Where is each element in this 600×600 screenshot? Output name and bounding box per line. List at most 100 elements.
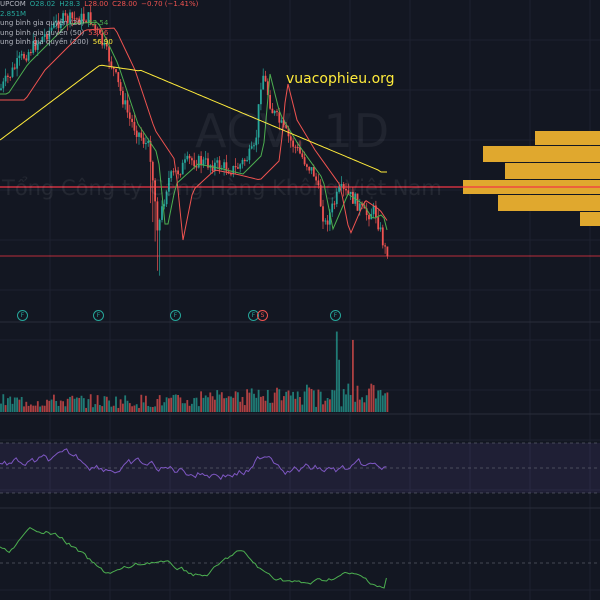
volume-bar [11, 403, 14, 412]
ohlc-row[interactable]: UPCOM O28.02 H28.3 L28.00 C28.00 −0.70 (… [0, 0, 198, 10]
candle-body [223, 162, 225, 169]
candle-body [262, 75, 265, 90]
ma200-legend[interactable]: ung bình gia quyền (200) 56.90 [0, 38, 198, 48]
candle-body [131, 118, 133, 122]
candle-body [326, 220, 329, 225]
volume-profile-bar [580, 212, 600, 226]
volume-profile-bar [483, 146, 600, 162]
candle-body [188, 155, 191, 159]
volume-bar [16, 397, 18, 412]
split-event-marker[interactable]: S [257, 310, 268, 321]
volume-bar [218, 394, 221, 412]
volume-bar [57, 405, 60, 412]
volume-bar [303, 391, 306, 412]
volume-bar [105, 396, 108, 412]
candle-body [381, 227, 384, 246]
ma200-label: ung bình gia quyền (200) [0, 38, 89, 46]
volume-bar [76, 397, 78, 412]
volume-bar [135, 404, 138, 412]
candle-body [306, 164, 308, 167]
volume-bar [216, 390, 219, 412]
candle-body [145, 143, 147, 145]
brand-label: vuacophieu.org [286, 71, 395, 87]
volume-bar [200, 391, 202, 412]
volume-bar [243, 405, 246, 412]
dividend-event-marker[interactable]: F [93, 310, 104, 321]
volume-bar [168, 398, 170, 412]
candle-body [184, 159, 186, 163]
volume-bar [246, 389, 248, 412]
volume-bar [266, 389, 269, 412]
candle-body [384, 245, 386, 247]
volume-bar [131, 406, 133, 412]
volume-histogram [0, 331, 389, 412]
volume-bar [161, 405, 163, 412]
candle-body [331, 203, 334, 213]
candle-body [243, 159, 246, 162]
candle-body [241, 159, 244, 165]
volume-bar [294, 398, 297, 412]
low-value: L28.00 [84, 0, 109, 8]
volume-value: 2.851M [0, 9, 27, 18]
volume-bar [181, 403, 184, 412]
volume-bar [197, 406, 200, 412]
candle-body [246, 160, 248, 162]
volume-bar [209, 392, 212, 412]
volume-bar [151, 407, 154, 412]
candle-body [211, 165, 214, 171]
volume-bar [195, 397, 198, 412]
volume-bar [43, 405, 46, 412]
candle-body [9, 76, 12, 78]
candle-body [368, 215, 370, 220]
candle-body [372, 205, 375, 215]
volume-bar [331, 389, 334, 412]
volume-profile-bar [505, 163, 600, 179]
volume-bar [133, 405, 136, 412]
volume-bar [260, 396, 262, 412]
volume-bar [377, 390, 380, 412]
volume-bar [119, 399, 122, 412]
volume-profile [463, 131, 600, 226]
volume-bar [276, 387, 278, 412]
ma50-legend[interactable]: ung bình gia quyền (50) 53.56 [0, 29, 198, 39]
volume-bar [296, 391, 299, 412]
dividend-event-marker[interactable]: F [17, 310, 28, 321]
volume-bar [301, 404, 304, 412]
exchange-label: UPCOM [0, 0, 26, 8]
volume-bar [103, 396, 106, 412]
volume-bar [308, 387, 311, 412]
volume-bar [122, 403, 124, 412]
oscillator-line [0, 526, 387, 589]
volume-bar [158, 395, 161, 412]
dividend-event-marker[interactable]: F [170, 310, 181, 321]
volume-bar [234, 391, 237, 412]
candle-body [4, 75, 7, 82]
candle-body [156, 201, 159, 231]
volume-bar [273, 392, 276, 412]
volume-bar [207, 397, 209, 412]
candle-body [186, 155, 189, 160]
price-chart-canvas[interactable] [0, 0, 600, 600]
volume-bar [64, 406, 67, 412]
volume-bar [349, 394, 352, 412]
volume-bar [89, 394, 92, 412]
ma20-label: ung bình gia quyền (20) [0, 19, 85, 27]
candle-body [147, 141, 150, 144]
volume-bar [172, 394, 175, 412]
volume-bar [140, 394, 143, 412]
dividend-event-marker[interactable]: F [330, 310, 341, 321]
volume-bar [379, 389, 382, 412]
ma20-legend[interactable]: ung bình gia quyền (20) 52.54 [0, 19, 198, 29]
volume-bar [124, 395, 127, 412]
volume-bar [202, 397, 205, 412]
candle-body [204, 158, 207, 160]
volume-bar [375, 398, 377, 412]
candle-body [158, 219, 161, 231]
volume-bar [361, 397, 363, 412]
volume-bar [170, 397, 173, 412]
volume-bar [191, 403, 193, 412]
volume-bar [27, 405, 30, 412]
candle-body [177, 170, 179, 175]
volume-bar [365, 395, 368, 412]
volume-bar [87, 399, 90, 412]
